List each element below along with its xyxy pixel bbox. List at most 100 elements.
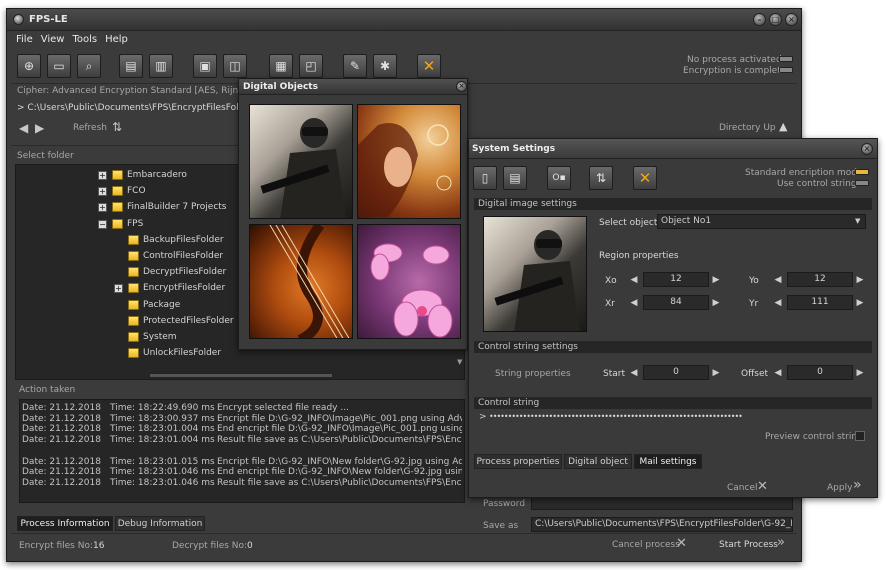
save-icon[interactable]: ▤ [503,166,527,190]
window-icon[interactable]: ◰ [299,54,323,78]
yo-input[interactable]: 12 [787,272,853,287]
back-icon[interactable]: ◀ [19,121,28,135]
yr-increase-icon[interactable]: ▶ [855,298,865,308]
menu-file[interactable]: File [16,34,33,48]
cancel-process-icon[interactable]: ✕ [676,536,687,551]
tree-expander-icon[interactable]: + [114,284,123,294]
add-file-icon[interactable]: ⊕ [17,54,41,78]
log-date: Date: 21.12.2018 [22,456,101,467]
tab-process-information[interactable]: Process Information [17,516,113,531]
tree-item-label[interactable]: ControlFilesFolder [143,251,223,261]
start-process-icon[interactable]: » [777,535,785,550]
settings-cancel-icon[interactable]: ✕ [757,479,768,494]
forward-icon[interactable]: ▶ [35,121,44,135]
directory-up-label[interactable]: Directory Up [719,123,776,133]
settings-cancel-label[interactable]: Cancel [727,483,758,493]
offset-decrease-icon[interactable]: ◀ [773,368,783,378]
tree-item-label[interactable]: ProtectedFilesFolder [143,316,234,326]
region-properties-label: Region properties [599,251,679,261]
tree-item-label[interactable]: BackupFilesFolder [143,235,224,245]
tab-mail-settings[interactable]: Mail settings [634,454,702,469]
tree-expander-icon[interactable]: − [98,219,107,229]
image-orchid[interactable] [357,224,461,339]
tree-expander-icon[interactable]: + [98,187,107,197]
xr-decrease-icon[interactable]: ◀ [629,298,639,308]
start-input[interactable]: 0 [643,365,709,380]
refresh-label[interactable]: Refresh [73,123,107,133]
xo-decrease-icon[interactable]: ◀ [629,275,639,285]
unlock-folder-icon[interactable]: ◫ [223,54,247,78]
gear-icon[interactable]: ✱ [373,54,397,78]
find-icon[interactable]: ⌕ [77,54,101,78]
start-decrease-icon[interactable]: ◀ [629,368,639,378]
tab-process-properties[interactable]: Process properties [474,454,562,469]
offset-input[interactable]: 0 [787,365,853,380]
tree-item-label[interactable]: UnlockFilesFolder [143,348,221,358]
menu-help[interactable]: Help [105,34,128,48]
yr-input[interactable]: 111 [787,295,853,310]
swap-icon[interactable]: ⇅ [589,166,613,190]
digital-objects-titlebar[interactable]: Digital Objects × [239,79,467,95]
image-woman-art[interactable] [357,104,461,219]
lock-folder-icon[interactable]: ▣ [193,54,217,78]
tree-item-label[interactable]: FPS [127,219,143,229]
yr-decrease-icon[interactable]: ◀ [773,298,783,308]
archive-icon[interactable]: ▦ [269,54,293,78]
image-soldier[interactable] [249,104,353,219]
xr-increase-icon[interactable]: ▶ [711,298,721,308]
start-increase-icon[interactable]: ▶ [711,368,721,378]
xo-input[interactable]: 12 [643,272,709,287]
yo-increase-icon[interactable]: ▶ [855,275,865,285]
print-icon[interactable]: ▤ [119,54,143,78]
book-icon[interactable]: ▯ [473,166,497,190]
directory-up-icon[interactable]: ▲ [779,120,787,133]
preview-control-string-checkbox[interactable] [855,431,865,441]
save-as-field[interactable]: C:\Users\Public\Documents\FPS\EncryptFil… [531,517,793,532]
tree-item-label[interactable]: FinalBuilder 7 Projects [127,202,227,212]
outlook-icon[interactable]: O▪ [547,166,571,190]
tree-item-label[interactable]: Package [143,300,180,310]
select-object-label: Select object [599,218,658,228]
system-settings-titlebar[interactable]: System Settings × [469,139,877,159]
settings-exit-icon[interactable]: ✕ [633,166,657,190]
tree-scroll-down-icon[interactable]: ▼ [457,358,462,366]
control-string-value[interactable]: ••••••••••••••••••••••••••••••••••••••••… [489,412,867,421]
digital-objects-close-icon[interactable]: × [456,81,467,92]
log-msg: End encript file D:\G-92_INFO\Image\Pic_… [217,424,462,435]
start-process-label[interactable]: Start Process [719,540,778,550]
settings-apply-icon[interactable]: » [853,477,862,493]
yo-decrease-icon[interactable]: ◀ [773,275,783,285]
tree-item-label[interactable]: DecryptFilesFolder [143,267,226,277]
minimize-icon[interactable]: – [753,13,766,26]
settings-apply-label[interactable]: Apply [827,483,852,493]
offset-increase-icon[interactable]: ▶ [855,368,865,378]
refresh-icon[interactable]: ⇅ [112,120,122,134]
log-msg: Encript file D:\G-92_INFO\Image\Pic_001.… [217,413,462,424]
tree-item-label[interactable]: EncryptFilesFolder [143,283,225,293]
table-row: Date: 21.12.2018 Time: 18:23:01.004 ms End… [22,424,462,435]
close-icon[interactable]: × [785,13,798,26]
card-icon[interactable]: ▭ [47,54,71,78]
tree-item-label[interactable]: Embarcadero [127,170,187,180]
tab-debug-information[interactable]: Debug Information [115,516,205,531]
tree-expander-icon[interactable]: + [98,171,107,180]
cancel-process-label[interactable]: Cancel process [612,540,680,550]
tab-digital-object[interactable]: Digital object [564,454,632,469]
trash-icon[interactable]: ▥ [149,54,173,78]
tree-item-label[interactable]: System [143,332,177,342]
tools-icon[interactable]: ✎ [343,54,367,78]
menu-tools[interactable]: Tools [72,34,97,48]
image-violin[interactable] [249,224,353,339]
tree-item-label[interactable]: FCO [127,186,146,196]
chevron-down-icon[interactable]: ▼ [855,217,860,225]
main-titlebar[interactable]: FPS-LE – □ × [7,9,801,31]
system-settings-close-icon[interactable]: × [861,143,873,155]
tree-hscrollbar[interactable] [149,373,333,378]
xr-input[interactable]: 84 [643,295,709,310]
exit-icon[interactable]: ✕ [417,54,441,78]
tree-expander-icon[interactable]: + [98,203,107,213]
xo-increase-icon[interactable]: ▶ [711,275,721,285]
menu-view[interactable]: View [41,34,65,48]
maximize-icon[interactable]: □ [769,13,782,26]
select-object-dropdown[interactable]: Object No1 [657,214,866,229]
